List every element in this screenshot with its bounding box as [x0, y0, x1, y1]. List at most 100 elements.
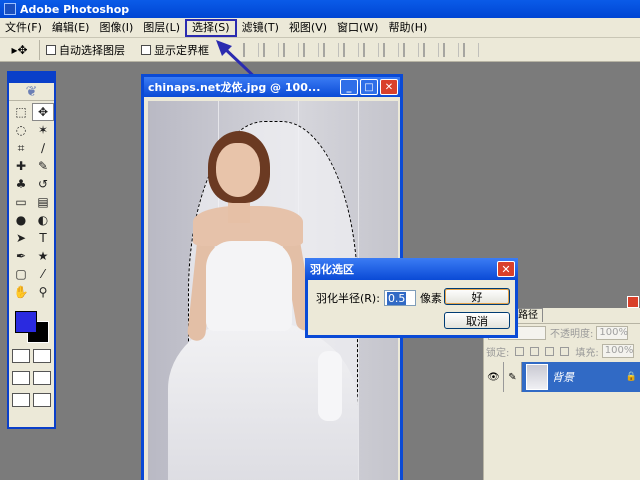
- align-bottom-icon[interactable]: [283, 42, 299, 57]
- minimize-button[interactable]: _: [340, 79, 358, 95]
- history-brush-tool-icon[interactable]: ↺: [32, 175, 54, 193]
- clone-stamp-tool-icon[interactable]: ♣: [10, 175, 32, 193]
- distribute-right-icon[interactable]: [463, 42, 479, 57]
- standard-mode-icon[interactable]: [12, 349, 31, 363]
- palette-close-icon[interactable]: [627, 296, 639, 308]
- type-tool-icon[interactable]: T: [32, 229, 54, 247]
- healing-brush-tool-icon[interactable]: ✚: [10, 157, 32, 175]
- opacity-input[interactable]: 100%: [596, 325, 629, 340]
- distribute-hcenter-icon[interactable]: [443, 42, 459, 57]
- brush-tool-icon[interactable]: ✎: [32, 157, 54, 175]
- fill-label: 填充:: [575, 347, 599, 359]
- gradient-tool-icon[interactable]: ▤: [32, 193, 54, 211]
- unit-label: 像素: [419, 292, 442, 305]
- distribute-vcenter-icon[interactable]: [383, 42, 399, 57]
- brush-icon: ✎: [504, 362, 522, 392]
- close-button[interactable]: ✕: [380, 79, 398, 95]
- menu-layer[interactable]: 图层(L): [138, 19, 185, 37]
- hand-tool-icon[interactable]: ✋: [10, 283, 32, 301]
- align-left-icon[interactable]: [303, 42, 319, 57]
- photoshop-logo-icon: [4, 3, 16, 15]
- fill-input[interactable]: 100%: [601, 344, 634, 358]
- document-title: chinaps.net龙依.jpg @ 100...: [148, 81, 321, 94]
- feather-radius-input[interactable]: 0.5: [383, 290, 416, 306]
- lock-all-icon[interactable]: [560, 346, 570, 356]
- jump-to-imageready: [9, 389, 54, 411]
- color-swatches: [9, 307, 54, 345]
- cancel-button[interactable]: 取消: [444, 312, 510, 329]
- auto-select-layer-checkbox[interactable]: 自动选择图层: [46, 42, 125, 58]
- slice-tool-icon[interactable]: ∕: [32, 139, 54, 157]
- path-selection-tool-icon[interactable]: ➤: [10, 229, 32, 247]
- move-tool-icon: ▸✥: [11, 42, 28, 57]
- dialog-title: 羽化选区: [310, 263, 354, 276]
- document-title-bar[interactable]: chinaps.net龙依.jpg @ 100... _ □ ✕: [144, 77, 400, 97]
- lock-fill-row: 锁定: 填充: 100%: [484, 343, 640, 359]
- distribute-top-icon[interactable]: [363, 42, 379, 57]
- foreground-color-swatch[interactable]: [15, 311, 37, 333]
- magic-wand-tool-icon[interactable]: ✶: [32, 121, 54, 139]
- distribute-left-icon[interactable]: [423, 42, 439, 57]
- checkbox-box: [46, 44, 56, 55]
- eraser-tool-icon[interactable]: ▭: [10, 193, 32, 211]
- eye-icon[interactable]: 👁: [484, 362, 504, 392]
- opacity-label: 不透明度:: [550, 329, 594, 340]
- screen-mode-standard-icon[interactable]: [12, 371, 31, 385]
- ok-button[interactable]: 好: [444, 288, 510, 305]
- dodge-tool-icon[interactable]: ◐: [32, 211, 54, 229]
- options-bar: ▸✥ 自动选择图层 显示定界框: [0, 38, 640, 62]
- toolbox-title-bar[interactable]: [9, 73, 54, 83]
- shape-tool-icon[interactable]: ★: [32, 247, 54, 265]
- imageready-icon[interactable]: [12, 393, 31, 407]
- quick-mask-modes: [9, 345, 54, 367]
- align-right-icon[interactable]: [343, 42, 359, 57]
- menu-image[interactable]: 图像(I): [94, 19, 138, 37]
- feather-radius-row: 羽化半径(R): 0.5 像素: [316, 290, 442, 306]
- bride-glove: [318, 351, 342, 421]
- lock-image-icon[interactable]: [530, 346, 540, 356]
- marquee-tool-icon[interactable]: ⬚: [10, 103, 32, 121]
- pen-tool-icon[interactable]: ✒: [10, 247, 32, 265]
- app-title-bar: Adobe Photoshop: [0, 0, 640, 18]
- zoom-tool-icon[interactable]: ⚲: [32, 283, 54, 301]
- tool-preset-picker[interactable]: ▸✥: [0, 39, 40, 60]
- dress-bodice: [206, 241, 292, 331]
- blur-tool-icon[interactable]: ●: [10, 211, 32, 229]
- screen-mode-full-icon[interactable]: [32, 371, 51, 385]
- lock-transparency-icon[interactable]: [515, 346, 525, 356]
- lock-position-icon[interactable]: [545, 346, 555, 356]
- app-title: Adobe Photoshop: [20, 2, 130, 16]
- notes-tool-icon[interactable]: ▢: [10, 265, 32, 283]
- eyedropper-tool-icon[interactable]: ⁄: [32, 265, 54, 283]
- menu-view[interactable]: 视图(V): [284, 19, 332, 37]
- menu-filter[interactable]: 滤镜(T): [237, 19, 284, 37]
- menu-edit[interactable]: 编辑(E): [47, 19, 95, 37]
- maximize-button[interactable]: □: [360, 79, 378, 95]
- menu-bar: 文件(F) 编辑(E) 图像(I) 图层(L) 选择(S) 滤镜(T) 视图(V…: [0, 18, 640, 38]
- dialog-title-bar[interactable]: 羽化选区 ✕: [305, 258, 518, 280]
- crop-tool-icon[interactable]: ⌗: [10, 139, 32, 157]
- lock-label: 锁定:: [486, 347, 510, 359]
- menu-window[interactable]: 窗口(W): [332, 19, 383, 37]
- feather-radius-value: 0.5: [386, 291, 407, 305]
- tool-grid: ⬚ ✥ ◌ ✶ ⌗ ∕ ✚ ✎ ♣ ↺ ▭ ▤ ● ◐ ➤ T ✒ ★ ▢ ⁄ …: [9, 101, 54, 303]
- layer-name: 背景: [552, 371, 574, 384]
- toolbox: ❦ ⬚ ✥ ◌ ✶ ⌗ ∕ ✚ ✎ ♣ ↺ ▭ ▤ ● ◐ ➤ T ✒ ★ ▢ …: [7, 71, 56, 429]
- menu-select[interactable]: 选择(S): [185, 18, 237, 37]
- layer-item-background[interactable]: 👁 ✎ 背景 🔒: [484, 362, 640, 392]
- lasso-tool-icon[interactable]: ◌: [10, 121, 32, 139]
- screen-modes: [9, 367, 54, 389]
- dialog-close-button[interactable]: ✕: [497, 261, 515, 277]
- move-tool-icon[interactable]: ✥: [32, 103, 54, 121]
- feather-logo-icon[interactable]: ❦: [9, 83, 54, 101]
- lock-icon: 🔒: [625, 372, 637, 382]
- checkmark-icon[interactable]: [32, 393, 51, 407]
- align-hcenter-icon[interactable]: [323, 42, 339, 57]
- feather-selection-dialog: 羽化选区 ✕ 羽化半径(R): 0.5 像素 好 取消: [305, 258, 518, 338]
- auto-select-layer-label: 自动选择图层: [59, 43, 125, 57]
- menu-file[interactable]: 文件(F): [0, 19, 47, 37]
- quick-mask-mode-icon[interactable]: [32, 349, 51, 363]
- distribute-bottom-icon[interactable]: [403, 42, 419, 57]
- layer-thumbnail: [526, 364, 548, 390]
- menu-help[interactable]: 帮助(H): [383, 19, 432, 37]
